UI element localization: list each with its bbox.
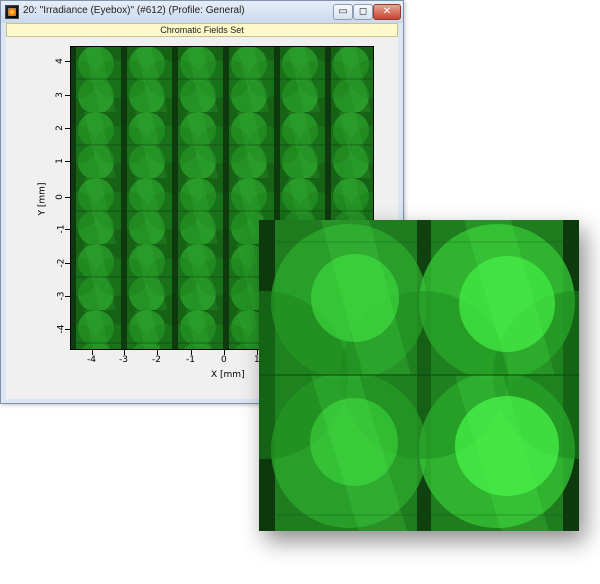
y-tick — [65, 61, 70, 62]
y-tick-label: 3 — [54, 92, 65, 98]
title-bar[interactable]: 20: "Irradiance (Eyebox)" (#612) (Profil… — [1, 1, 403, 23]
y-tick-label: -1 — [56, 224, 67, 234]
irradiance-app-icon — [5, 5, 19, 19]
x-tick-label: 0 — [221, 355, 227, 365]
x-tick-label: -4 — [87, 355, 96, 365]
y-tick-label: -2 — [56, 258, 67, 268]
window-title: 20: "Irradiance (Eyebox)" (#612) (Profil… — [23, 5, 245, 16]
x-tick-label: -1 — [186, 355, 195, 365]
y-tick-label: 2 — [54, 125, 65, 131]
close-button[interactable]: ✕ — [373, 4, 401, 20]
zoomed-irradiance-view — [259, 220, 579, 531]
y-tick-label: 0 — [54, 194, 65, 200]
y-tick — [65, 95, 70, 96]
y-tick — [65, 161, 70, 162]
minimize-button[interactable]: ▭ — [333, 4, 353, 20]
y-axis-title: Y [mm] — [37, 182, 48, 216]
x-axis-title: X [mm] — [211, 370, 245, 380]
y-tick — [65, 128, 70, 129]
x-tick-label: -3 — [119, 355, 128, 365]
y-tick-label: 1 — [54, 158, 65, 164]
y-tick-label: 4 — [54, 58, 65, 64]
y-tick — [65, 197, 70, 198]
x-tick-label: -2 — [152, 355, 161, 365]
maximize-button[interactable]: ◻ — [353, 4, 373, 20]
y-tick-label: -3 — [56, 291, 67, 301]
y-tick-label: -4 — [56, 324, 67, 334]
chromatic-fields-caption: Chromatic Fields Set — [6, 23, 398, 37]
